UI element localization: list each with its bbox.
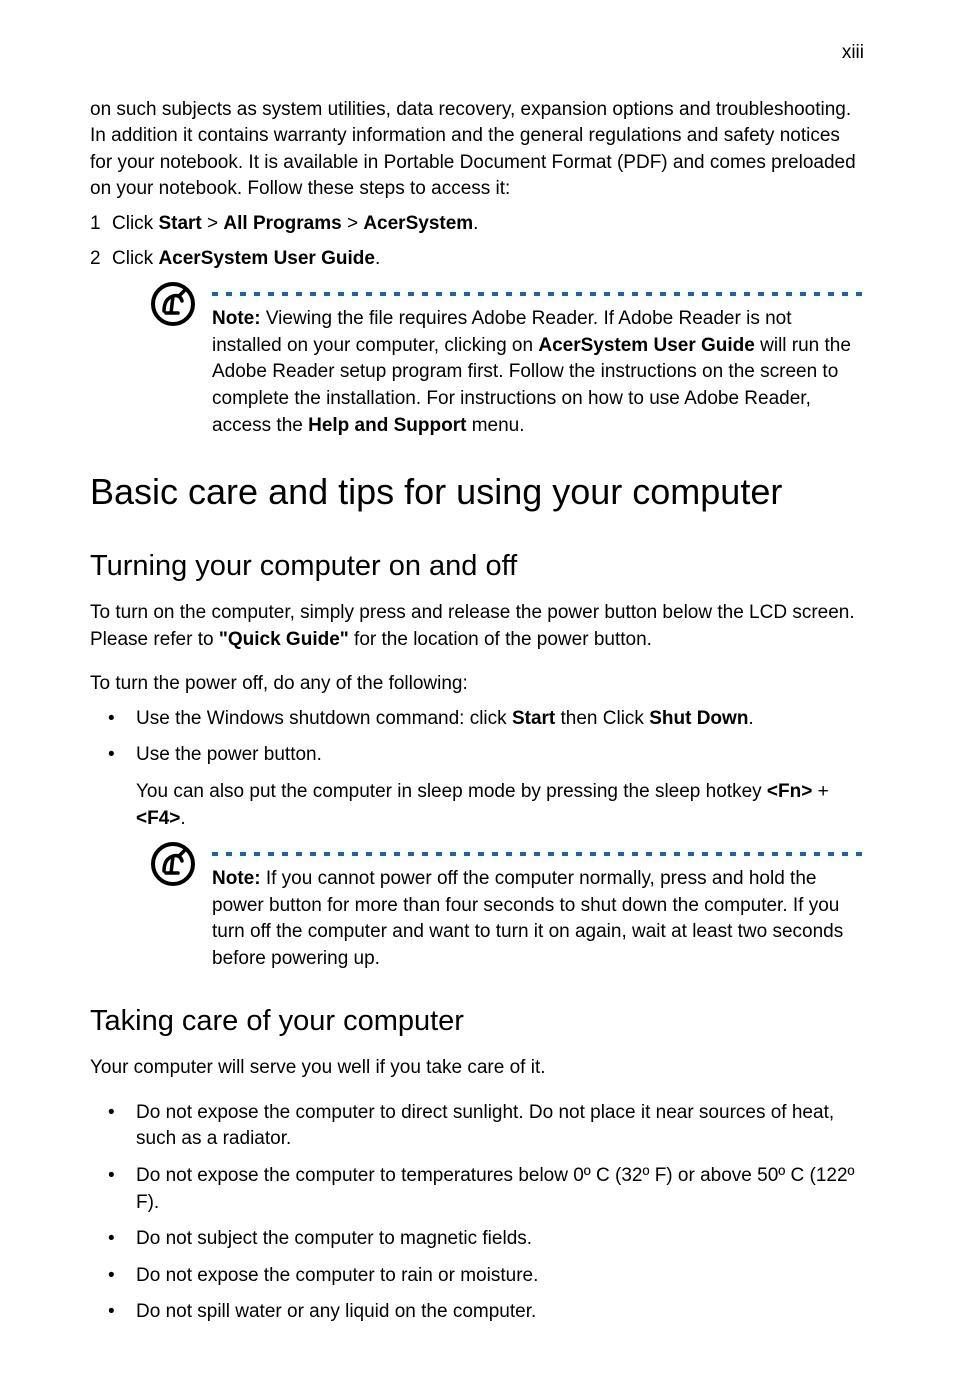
note-icon — [150, 281, 202, 334]
note-1-p3: menu. — [466, 415, 524, 436]
list-item: Do not expose the computer to temperatur… — [90, 1163, 864, 1216]
sub-para-pre: You can also put the computer in sleep m… — [136, 781, 767, 802]
sub-para-f4: <F4> — [136, 808, 180, 829]
list-item: Do not expose the computer to direct sun… — [90, 1100, 864, 1153]
para-turn-on: To turn on the computer, simply press an… — [90, 600, 864, 653]
note-1-label: Note: — [212, 308, 261, 329]
bullet-a1-pre: Use the Windows shutdown command: click — [136, 708, 512, 729]
step-2-guide: AcerSystem User Guide — [158, 248, 375, 269]
note-2-body: If you cannot power off the computer nor… — [212, 868, 843, 969]
step-2: 2Click AcerSystem User Guide. — [90, 246, 864, 273]
step-1-acersystem: AcerSystem — [363, 213, 473, 234]
heading-basic-care: Basic care and tips for using your compu… — [90, 467, 864, 517]
note-divider — [212, 292, 864, 296]
step-1-end: . — [473, 213, 478, 234]
note-block-2: Note: If you cannot power off the comput… — [150, 844, 864, 972]
para-turn-off: To turn the power off, do any of the fol… — [90, 671, 864, 698]
para-care-intro: Your computer will serve you well if you… — [90, 1055, 864, 1082]
heading-turning-on-off: Turning your computer on and off — [90, 546, 864, 587]
step-2-num: 2 — [90, 246, 112, 273]
note-1-guide: AcerSystem User Guide — [538, 335, 755, 356]
step-1: 1Click Start > All Programs > AcerSystem… — [90, 211, 864, 238]
bullet-a1-end: . — [748, 708, 753, 729]
heading-taking-care: Taking care of your computer — [90, 1001, 864, 1042]
step-1-allprograms: All Programs — [223, 213, 341, 234]
list-item: Do not spill water or any liquid on the … — [90, 1299, 864, 1326]
list-item: Do not expose the computer to rain or mo… — [90, 1263, 864, 1290]
note-block-1: Note: Viewing the file requires Adobe Re… — [150, 284, 864, 439]
step-2-pre: Click — [112, 248, 158, 269]
para-turn-on-post: for the location of the power button. — [349, 629, 652, 650]
list-item: Use the power button. — [90, 742, 864, 769]
sub-para-sleep: You can also put the computer in sleep m… — [90, 779, 864, 832]
note-icon — [150, 841, 202, 894]
bullet-list-power-off: Use the Windows shutdown command: click … — [90, 706, 864, 769]
page-number: xiii — [90, 40, 864, 67]
bullet-a1-mid: then Click — [555, 708, 649, 729]
note-2-text: Note: If you cannot power off the comput… — [212, 866, 864, 972]
list-item: Use the Windows shutdown command: click … — [90, 706, 864, 733]
note-1-help: Help and Support — [308, 415, 466, 436]
step-1-start: Start — [158, 213, 201, 234]
step-1-sep2: > — [342, 213, 364, 234]
note-2-label: Note: — [212, 868, 261, 889]
list-item: Do not subject the computer to magnetic … — [90, 1226, 864, 1253]
note-divider — [212, 852, 864, 856]
step-2-end: . — [375, 248, 380, 269]
sub-para-fn: <Fn> — [767, 781, 812, 802]
bullet-list-care: Do not expose the computer to direct sun… — [90, 1100, 864, 1326]
sub-para-mid: + — [812, 781, 828, 802]
bullet-a1-start: Start — [512, 708, 555, 729]
step-1-pre: Click — [112, 213, 158, 234]
step-1-sep1: > — [202, 213, 224, 234]
note-1-text: Note: Viewing the file requires Adobe Re… — [212, 306, 864, 439]
step-1-num: 1 — [90, 211, 112, 238]
para-turn-on-quick-guide: "Quick Guide" — [219, 629, 349, 650]
bullet-a1-shutdown: Shut Down — [649, 708, 748, 729]
sub-para-end: . — [180, 808, 185, 829]
intro-paragraph: on such subjects as system utilities, da… — [90, 97, 864, 203]
